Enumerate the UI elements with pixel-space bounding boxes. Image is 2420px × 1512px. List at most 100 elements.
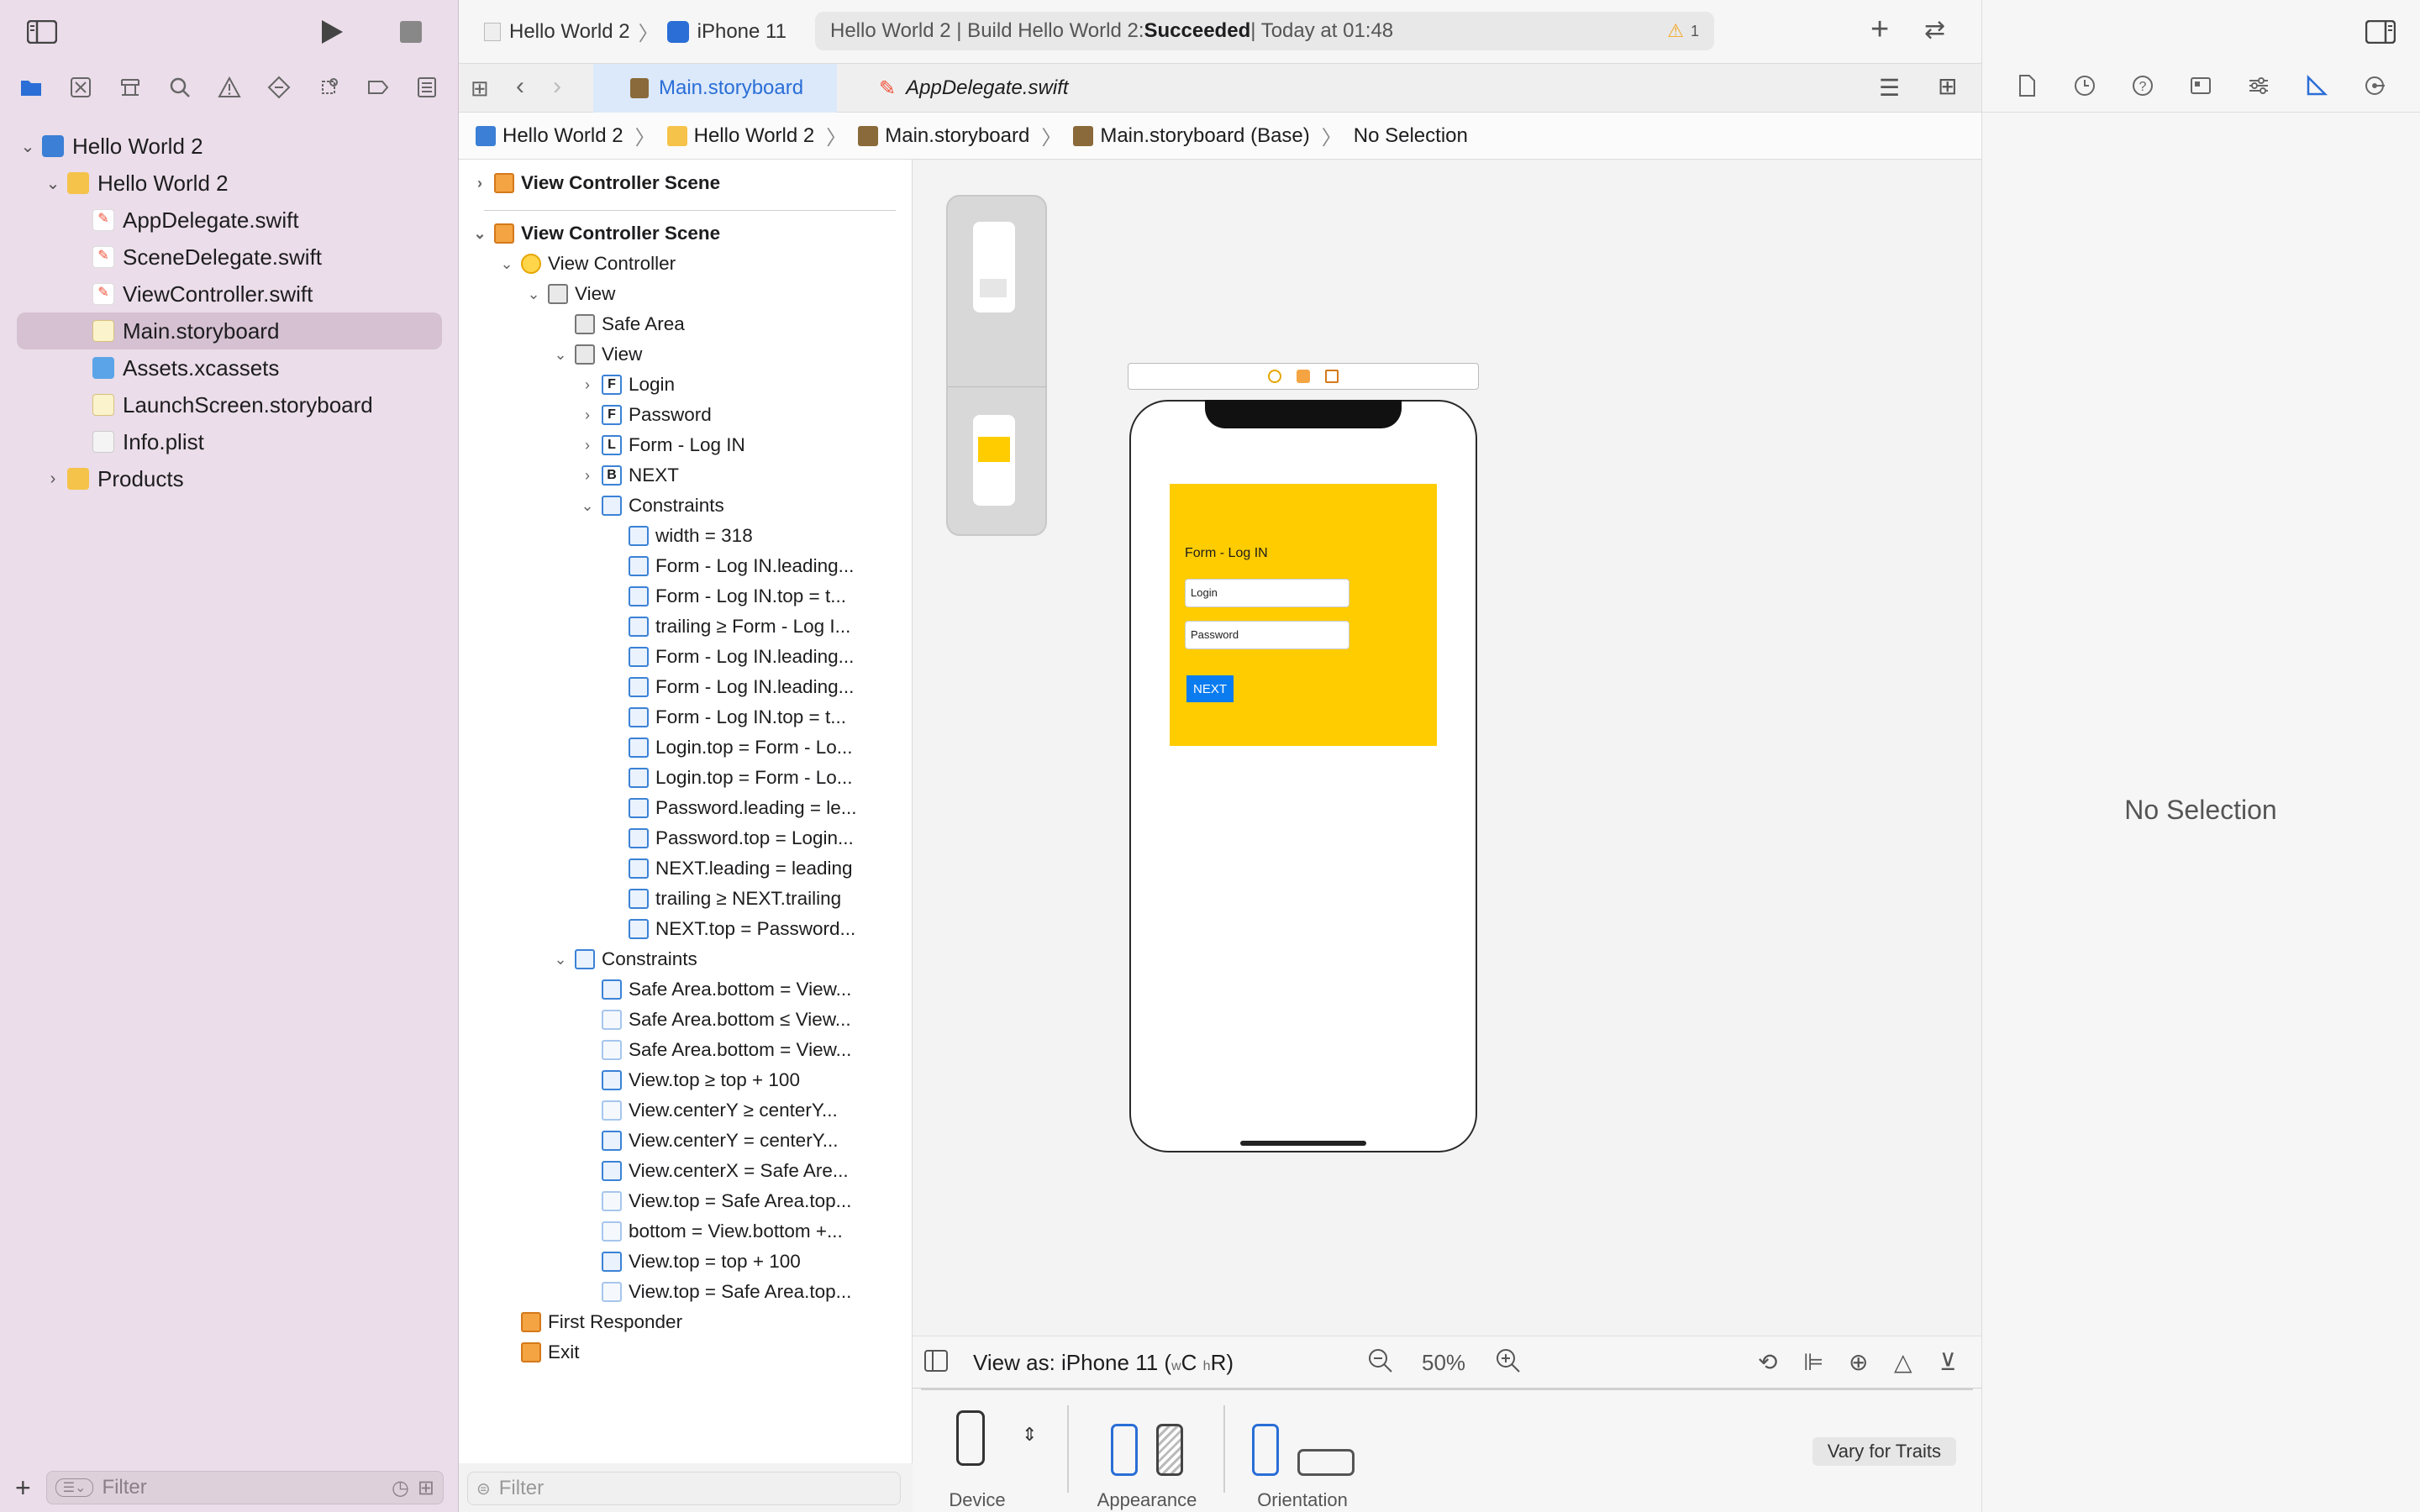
zoom-out-icon[interactable] — [1366, 1347, 1395, 1379]
add-library-button[interactable]: + — [1870, 12, 1889, 48]
editor-options-icon[interactable]: ☰ — [1879, 74, 1900, 102]
tree-item-launchscreen[interactable]: LaunchScreen.storyboard — [0, 386, 459, 423]
chevron-right-icon[interactable]: › — [578, 467, 597, 485]
tree-item-products[interactable]: › Products — [0, 460, 459, 497]
breadcrumb-project[interactable]: Hello World 2 — [502, 124, 623, 148]
outline-row[interactable]: Form - Log IN.leading... — [459, 551, 854, 581]
breadcrumb-group[interactable]: Hello World 2 — [694, 124, 815, 148]
outline-row[interactable]: NEXT.leading = leading — [459, 853, 853, 884]
device-phone-icon[interactable] — [956, 1410, 985, 1466]
run-button[interactable] — [319, 18, 345, 50]
recent-files-icon[interactable]: ◷ — [392, 1476, 409, 1500]
outline-row[interactable]: ⌄ View Controller Scene — [459, 218, 720, 249]
tree-item-appdelegate[interactable]: ✎ AppDelegate.swift — [0, 202, 459, 239]
outline-row[interactable]: Login.top = Form - Lo... — [459, 732, 853, 763]
outline-row[interactable]: Safe Area — [459, 309, 685, 339]
embed-in-icon[interactable]: ⊻ — [1939, 1348, 1957, 1376]
tree-item-scenedelegate[interactable]: ✎ SceneDelegate.swift — [0, 239, 459, 276]
breadcrumb-base[interactable]: Main.storyboard (Base) — [1100, 124, 1309, 148]
vary-for-traits-button[interactable]: Vary for Traits — [1812, 1437, 1956, 1466]
outline-row[interactable]: Exit — [459, 1337, 580, 1368]
scheme-selector[interactable]: Hello World 2 〉 iPhone 11 — [484, 17, 786, 46]
outline-row[interactable]: bottom = View.bottom +... — [459, 1216, 843, 1247]
chevron-down-icon[interactable]: ⌄ — [44, 173, 62, 194]
outline-row[interactable]: View.centerY ≥ centerY... — [459, 1095, 838, 1126]
add-editor-icon[interactable]: ⊞ — [1938, 72, 1957, 100]
tree-item-project[interactable]: ⌄ Hello World 2 — [0, 128, 459, 165]
resolve-autolayout-icon[interactable]: △ — [1894, 1348, 1912, 1376]
portrait-orientation-icon[interactable] — [1252, 1424, 1279, 1476]
canvas-minimap[interactable] — [946, 195, 1047, 536]
outline-row[interactable]: View.top = Safe Area.top... — [459, 1186, 851, 1216]
breakpoint-navigator-icon[interactable] — [361, 71, 395, 104]
source-control-icon[interactable] — [64, 71, 97, 104]
outline-row[interactable]: View.top ≥ top + 100 — [459, 1065, 800, 1095]
inspector-toggle-icon[interactable] — [2365, 19, 2396, 48]
history-inspector-icon[interactable] — [2072, 73, 2097, 102]
zoom-in-icon[interactable] — [1494, 1347, 1523, 1379]
outline-row[interactable]: Password.top = Login... — [459, 823, 854, 853]
breadcrumb-file[interactable]: Main.storyboard — [885, 124, 1029, 148]
help-inspector-icon[interactable]: ? — [2130, 73, 2155, 102]
outline-row[interactable]: › F Password — [459, 400, 712, 430]
view-as-label[interactable]: View as: iPhone 11 (wC hR) — [973, 1350, 1234, 1376]
code-review-icon[interactable]: ⇄ — [1924, 15, 1945, 45]
filter-options-icon[interactable]: ☰⌄ — [55, 1478, 94, 1497]
attributes-inspector-icon[interactable] — [2246, 73, 2271, 102]
outline-row[interactable]: First Responder — [459, 1307, 682, 1337]
identity-inspector-icon[interactable] — [2188, 73, 2213, 102]
form-title-label[interactable]: Form - Log IN — [1185, 546, 1268, 561]
update-frames-icon[interactable]: ⟲ — [1758, 1348, 1777, 1376]
add-icon[interactable]: + — [15, 1473, 31, 1504]
outline-row[interactable]: › View Controller Scene — [459, 168, 720, 198]
chevron-right-icon[interactable]: › — [44, 470, 62, 489]
outline-row[interactable]: Login.top = Form - Lo... — [459, 763, 853, 793]
sidebar-toggle-icon[interactable] — [26, 19, 58, 48]
outline-row[interactable]: View.top = Safe Area.top... — [459, 1277, 851, 1307]
outline-row[interactable]: › L Form - Log IN — [459, 430, 745, 460]
landscape-orientation-icon[interactable] — [1297, 1449, 1355, 1476]
outline-row[interactable]: width = 318 — [459, 521, 753, 551]
chevron-down-icon[interactable]: ⌄ — [497, 255, 516, 273]
breadcrumb-selection[interactable]: No Selection — [1354, 124, 1468, 148]
chevron-down-icon[interactable]: ⌄ — [551, 346, 570, 364]
dark-appearance-icon[interactable] — [1156, 1424, 1183, 1476]
tree-item-infoplist[interactable]: Info.plist — [0, 423, 459, 460]
password-text-field[interactable]: Password — [1185, 621, 1349, 649]
add-constraints-icon[interactable]: ⊕ — [1849, 1348, 1868, 1376]
chevron-down-icon[interactable]: ⌄ — [551, 951, 570, 969]
tree-item-assets[interactable]: Assets.xcassets — [0, 349, 459, 386]
tree-item-viewcontroller[interactable]: ✎ ViewController.swift — [0, 276, 459, 312]
view-controller-icon[interactable] — [1268, 370, 1281, 383]
outline-row[interactable]: Safe Area.bottom = View... — [459, 974, 851, 1005]
zoom-level[interactable]: 50% — [1422, 1350, 1465, 1376]
project-navigator-icon[interactable] — [14, 71, 48, 104]
chevron-right-icon[interactable]: › — [471, 175, 489, 192]
outline-row[interactable]: Form - Log IN.top = t... — [459, 581, 846, 612]
tree-item-group[interactable]: ⌄ Hello World 2 — [0, 165, 459, 202]
outline-row[interactable]: ⌄ View — [459, 279, 615, 309]
outline-row[interactable]: trailing ≥ NEXT.trailing — [459, 884, 841, 914]
navigator-filter-input[interactable]: ☰⌄ Filter ◷ ⊞ — [45, 1471, 444, 1504]
outline-row[interactable]: View.top = top + 100 — [459, 1247, 801, 1277]
file-inspector-icon[interactable] — [2014, 73, 2039, 102]
stop-button[interactable] — [400, 21, 422, 47]
outline-toggle-icon[interactable] — [924, 1350, 948, 1376]
outline-row[interactable]: ⌄ Constraints — [459, 944, 697, 974]
outline-row[interactable]: trailing ≥ Form - Log I... — [459, 612, 850, 642]
chevron-down-icon[interactable]: ⌄ — [471, 225, 489, 243]
tab-main-storyboard[interactable]: Main.storyboard — [593, 64, 837, 113]
outline-row[interactable]: Password.leading = le... — [459, 793, 857, 823]
outline-row[interactable]: Safe Area.bottom ≤ View... — [459, 1005, 851, 1035]
forward-arrow-icon[interactable]: › — [553, 72, 561, 101]
test-navigator-icon[interactable] — [262, 71, 296, 104]
related-items-icon[interactable]: ⊞ — [471, 76, 489, 102]
outline-row[interactable]: View.centerY = centerY... — [459, 1126, 839, 1156]
debug-navigator-icon[interactable] — [312, 71, 345, 104]
size-inspector-icon[interactable] — [2304, 73, 2329, 102]
warning-icon[interactable]: ⚠ — [1667, 20, 1684, 42]
outline-row[interactable]: › B NEXT — [459, 460, 679, 491]
outline-row[interactable]: Safe Area.bottom = View... — [459, 1035, 851, 1065]
login-text-field[interactable]: Login — [1185, 579, 1349, 607]
report-navigator-icon[interactable] — [410, 71, 444, 104]
